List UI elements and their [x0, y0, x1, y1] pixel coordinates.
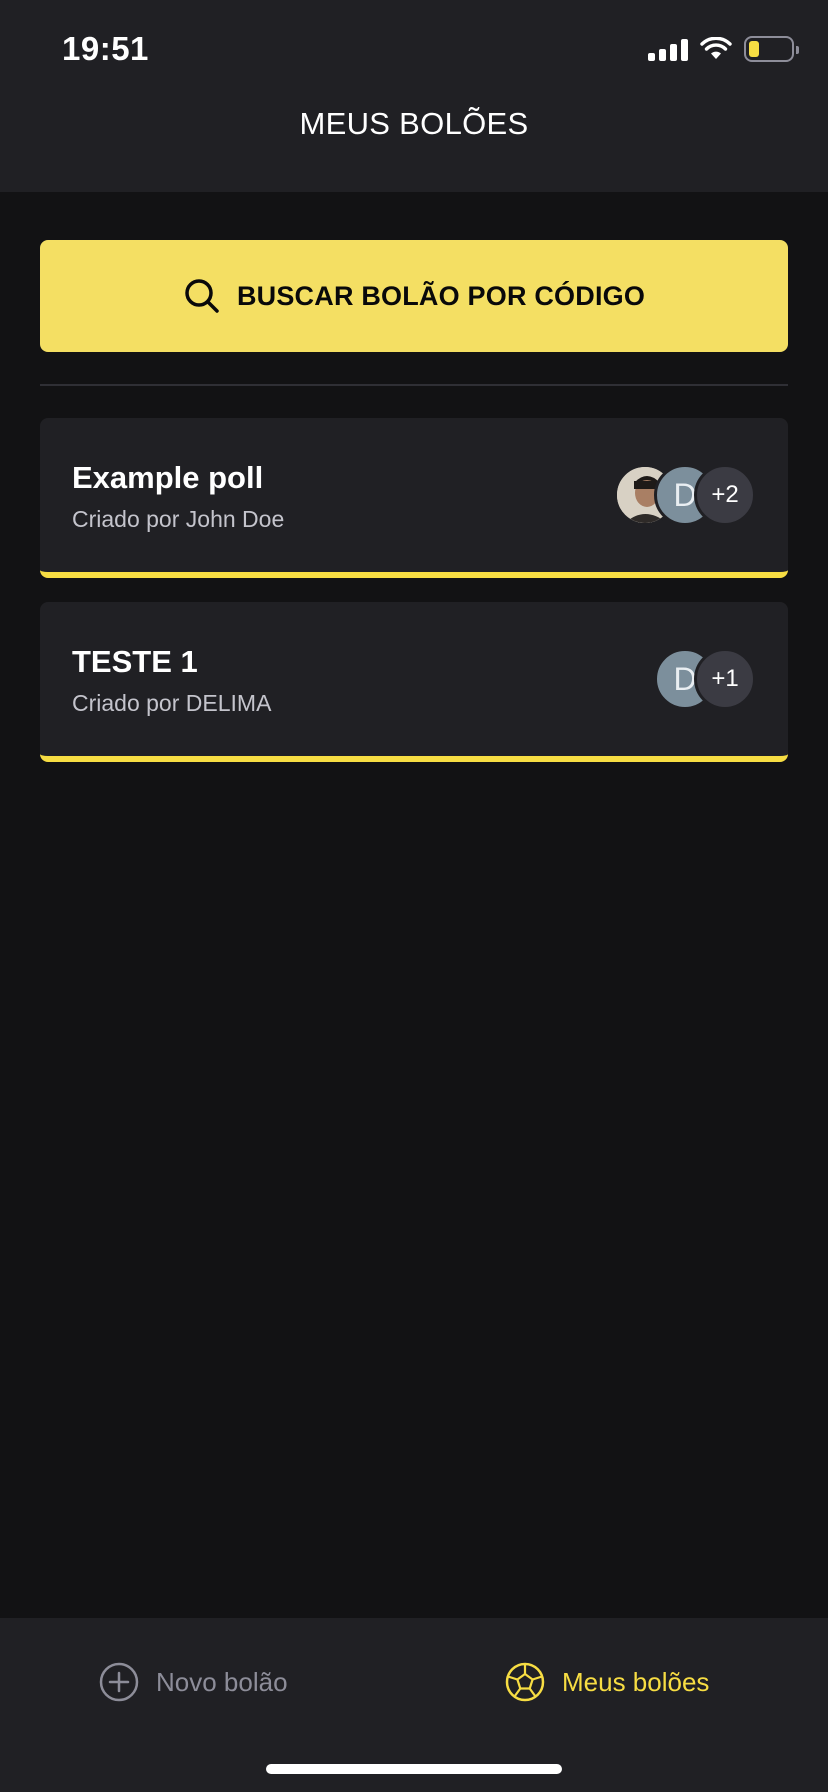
status-icons	[648, 34, 799, 64]
tab-my-polls[interactable]: Meus bolões	[504, 1658, 709, 1706]
participant-count-badge: +1	[694, 648, 756, 710]
poll-card[interactable]: Example poll Criado por John Doe D +2	[40, 418, 788, 578]
participant-count-badge: +2	[694, 464, 756, 526]
divider	[40, 384, 788, 386]
tab-my-polls-label: Meus bolões	[562, 1666, 710, 1697]
poll-creator: Criado por John Doe	[72, 506, 285, 532]
poll-card[interactable]: TESTE 1 Criado por DELIMA D +1	[40, 602, 788, 762]
search-icon	[185, 279, 219, 313]
home-indicator	[266, 1764, 562, 1774]
search-button-label: BUSCAR BOLÃO POR CÓDIGO	[236, 280, 646, 311]
poll-title: Example poll	[72, 460, 264, 495]
tab-new-poll-label: Novo bolão	[156, 1666, 288, 1697]
top-bar: 19:51 MEUS BOLÕES	[0, 0, 828, 192]
wifi-icon	[700, 37, 732, 59]
search-by-code-button[interactable]: BUSCAR BOLÃO POR CÓDIGO	[40, 240, 788, 352]
battery-icon	[744, 36, 799, 62]
page-title: MEUS BOLÕES	[299, 106, 529, 141]
screen: 19:51 MEUS BOLÕES BUSCAR BOLÃO POR CÓDIG…	[0, 0, 828, 1792]
plus-circle-icon	[99, 1662, 139, 1702]
participants-avatars: D +1	[654, 648, 756, 710]
status-time: 19:51	[62, 30, 149, 67]
participants-avatars: D +2	[614, 464, 756, 526]
poll-creator: Criado por DELIMA	[72, 690, 272, 716]
poll-title: TESTE 1	[72, 644, 198, 679]
tab-new-poll[interactable]: Novo bolão	[98, 1658, 288, 1706]
cellular-signal-icon	[648, 37, 688, 61]
soccer-ball-icon	[505, 1662, 545, 1702]
